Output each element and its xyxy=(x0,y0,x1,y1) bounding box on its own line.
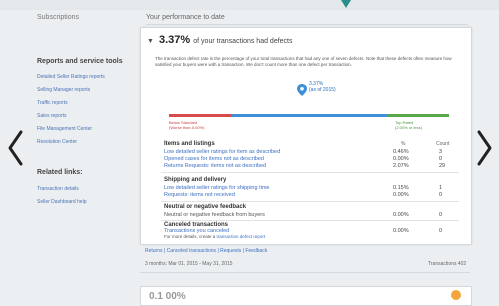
title-divider xyxy=(146,24,468,25)
sidebar: Subscriptions Reports and service tools … xyxy=(28,8,140,304)
page-title: Your performance to date xyxy=(146,14,225,21)
sidebar-link-dashboard-help[interactable]: Seller Dashboard help xyxy=(37,199,86,205)
sidebar-link-transaction-details[interactable]: Transaction details xyxy=(37,186,79,192)
banner-marker-icon xyxy=(341,0,351,8)
next-metric-card[interactable]: 0.1 00% xyxy=(140,286,472,306)
sidebar-link-resolution[interactable]: Resolution Center xyxy=(37,139,77,145)
sidebar-link-selling-manager[interactable]: Selling Manager reports xyxy=(37,87,90,93)
sidebar-reports-heading: Reports and service tools xyxy=(37,58,123,65)
chevron-left-icon[interactable] xyxy=(6,128,26,168)
sidebar-related-heading: Related links: xyxy=(37,169,83,176)
transactions-count: Transactions 402 xyxy=(428,261,467,267)
footer-divider xyxy=(140,272,470,273)
sidebar-link-file-management[interactable]: File Management Center xyxy=(37,126,92,132)
sidebar-subscriptions-link[interactable]: Subscriptions xyxy=(37,14,79,21)
sidebar-link-sales[interactable]: Sales reports xyxy=(37,113,66,119)
sidebar-link-detailed-ratings[interactable]: Detailed Seller Ratings reports xyxy=(37,74,105,80)
chevron-right-icon[interactable] xyxy=(474,128,494,168)
next-metric-value: 0.1 00% xyxy=(149,291,186,302)
status-dot-icon xyxy=(451,290,461,300)
sidebar-link-traffic[interactable]: Traffic reports xyxy=(37,100,68,106)
canceled-section xyxy=(140,27,470,237)
date-range: 3 months: Mar 01, 2015 - May 31, 2015 xyxy=(145,261,233,267)
related-links-bar[interactable]: Returns | Canceled transactions | Reques… xyxy=(145,248,267,254)
